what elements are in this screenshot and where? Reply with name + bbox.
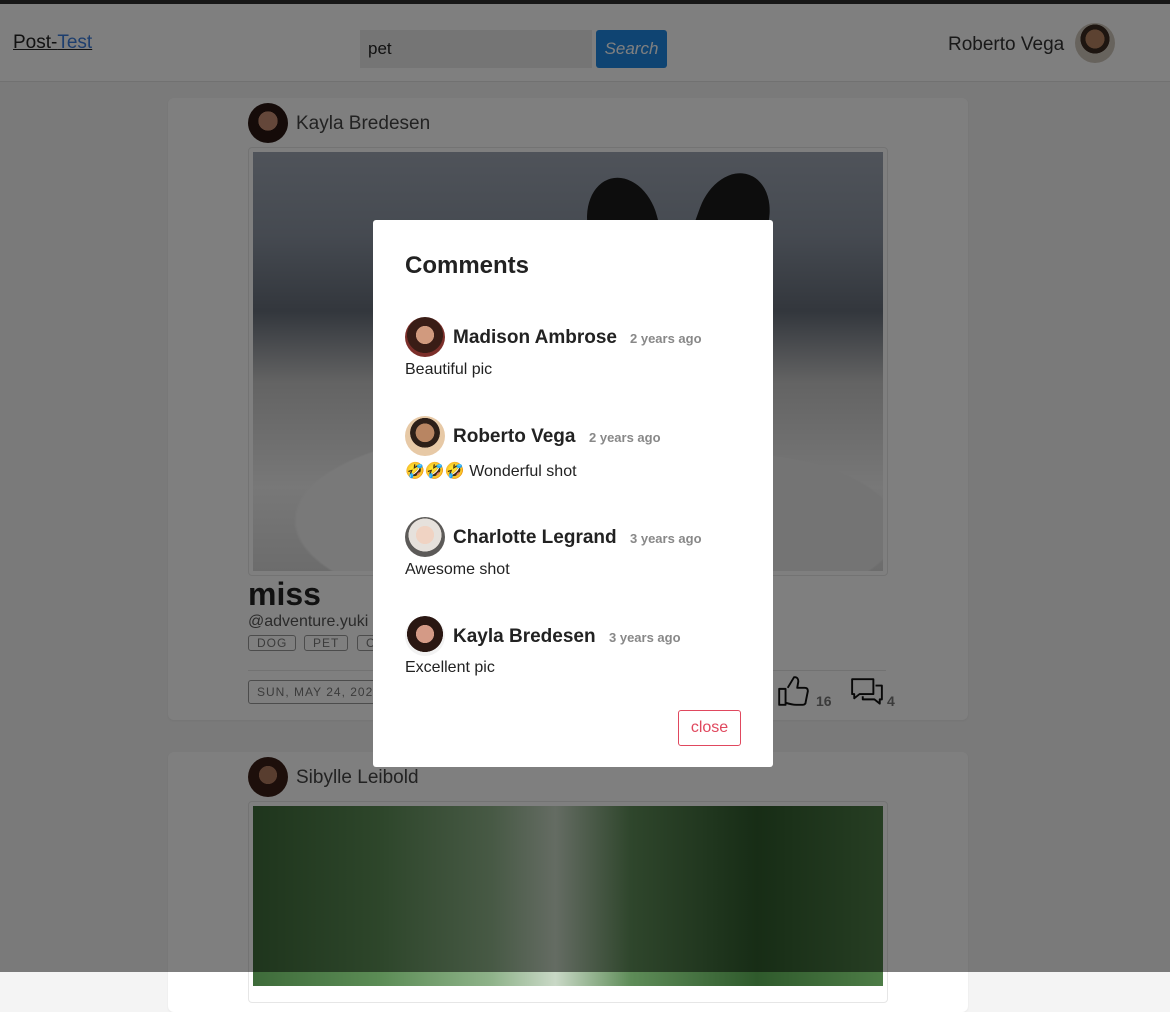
comment-text: 🤣🤣🤣 Wonderful shot	[405, 463, 577, 480]
modal-title: Comments	[405, 252, 530, 279]
commenter-name[interactable]: Madison Ambrose	[453, 327, 617, 349]
comment-item: Madison Ambrose 2 years ago Beautiful pi…	[405, 317, 745, 387]
comment-item: Roberto Vega 2 years ago 🤣🤣🤣 Wonderful s…	[405, 416, 745, 486]
commenter-avatar[interactable]	[405, 317, 445, 357]
comment-item: Charlotte Legrand 3 years ago Awesome sh…	[405, 517, 745, 587]
comments-modal: Comments Madison Ambrose 2 years ago Bea…	[373, 220, 773, 767]
comment-text: Beautiful pic	[405, 361, 493, 378]
comment-time: 2 years ago	[589, 430, 661, 445]
commenter-avatar[interactable]	[405, 416, 445, 456]
commenter-name[interactable]: Charlotte Legrand	[453, 527, 617, 549]
comment-time: 3 years ago	[630, 531, 702, 546]
comment-text: Excellent pic	[405, 659, 495, 676]
comment-time: 3 years ago	[609, 630, 681, 645]
close-button[interactable]: close	[678, 710, 741, 746]
comment-time: 2 years ago	[630, 331, 702, 346]
commenter-avatar[interactable]	[405, 517, 445, 557]
commenter-name[interactable]: Roberto Vega	[453, 426, 575, 448]
commenter-avatar[interactable]	[405, 616, 445, 656]
commenter-name[interactable]: Kayla Bredesen	[453, 626, 596, 648]
comment-item: Kayla Bredesen 3 years ago Excellent pic	[405, 616, 745, 686]
comment-text: Awesome shot	[405, 561, 510, 578]
